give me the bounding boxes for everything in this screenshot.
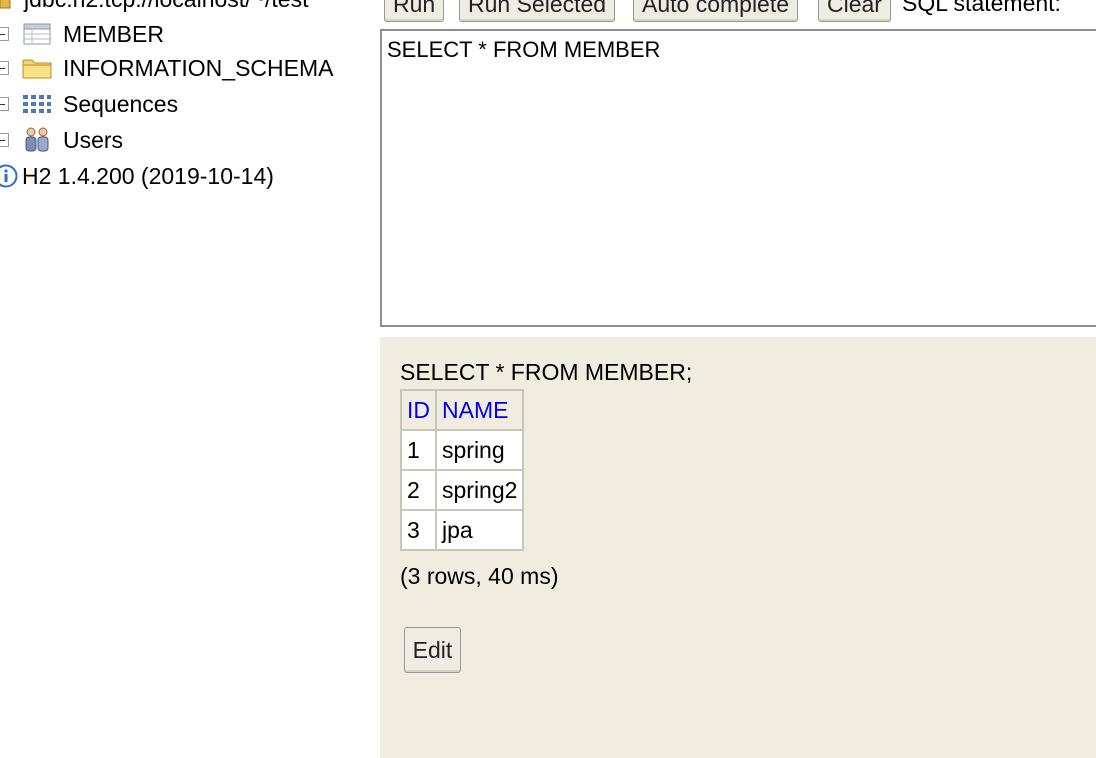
tree-item-sequences[interactable]: Sequences xyxy=(0,89,178,119)
tree-item-label: Sequences xyxy=(63,91,179,117)
table-cell: 3 xyxy=(400,509,437,551)
h2-console: jdbc:h2:tcp://localhost/~/test MEMBER xyxy=(0,0,1096,758)
expand-icon[interactable] xyxy=(0,133,9,147)
clear-button[interactable]: Clear xyxy=(818,0,891,22)
tree-item-label: Users xyxy=(63,127,124,153)
object-tree: jdbc:h2:tcp://localhost/~/test MEMBER xyxy=(0,0,380,758)
column-header-name[interactable]: NAME xyxy=(434,389,525,431)
table-icon xyxy=(21,21,53,47)
database-icon xyxy=(0,0,14,12)
run-button[interactable]: Run xyxy=(384,0,445,22)
result-table: ID NAME 1 spring 2 spring2 3 jpa xyxy=(400,389,525,551)
tree-item-users[interactable]: Users xyxy=(0,125,123,155)
sequences-icon xyxy=(21,91,53,117)
table-row: 1 spring xyxy=(400,429,525,471)
table-cell: spring xyxy=(434,429,525,471)
run-selected-button[interactable]: Run Selected xyxy=(459,0,616,22)
table-cell: spring2 xyxy=(434,469,525,511)
auto-complete-button[interactable]: Auto complete xyxy=(633,0,799,22)
table-row: 3 jpa xyxy=(400,509,525,551)
result-panel: SELECT * FROM MEMBER; ID NAME 1 spring 2… xyxy=(380,337,1096,758)
table-cell: 1 xyxy=(400,429,437,471)
tree-item-label: INFORMATION_SCHEMA xyxy=(63,55,334,81)
table-cell: 2 xyxy=(400,469,437,511)
sql-editor[interactable]: SELECT * FROM MEMBER xyxy=(380,29,1096,327)
query-toolbar: Run Run Selected Auto complete Clear SQL… xyxy=(380,0,1096,22)
version-label: H2 1.4.200 (2019-10-14) xyxy=(22,163,274,189)
tree-item-member[interactable]: MEMBER xyxy=(0,19,164,49)
tree-item-label: jdbc:h2:tcp://localhost/~/test xyxy=(24,0,308,12)
folder-icon xyxy=(21,55,53,81)
tree-item-connection[interactable]: jdbc:h2:tcp://localhost/~/test xyxy=(0,0,308,14)
expand-icon[interactable] xyxy=(0,27,9,41)
sql-statement-label: SQL statement: xyxy=(902,0,1061,16)
tree-item-information-schema[interactable]: INFORMATION_SCHEMA xyxy=(0,53,333,83)
expand-icon[interactable] xyxy=(0,97,9,111)
table-row: 2 spring2 xyxy=(400,469,525,511)
tree-item-version: H2 1.4.200 (2019-10-14) xyxy=(0,161,274,191)
tree-item-label: MEMBER xyxy=(63,21,164,47)
table-cell: jpa xyxy=(434,509,525,551)
info-icon xyxy=(0,163,18,189)
users-icon xyxy=(21,127,53,153)
column-header-id[interactable]: ID xyxy=(400,389,437,431)
table-header-row: ID NAME xyxy=(400,389,525,431)
expand-icon[interactable] xyxy=(0,61,9,75)
result-stats: (3 rows, 40 ms) xyxy=(400,563,559,589)
edit-button[interactable]: Edit xyxy=(404,627,461,673)
executed-statement: SELECT * FROM MEMBER; xyxy=(400,359,693,385)
